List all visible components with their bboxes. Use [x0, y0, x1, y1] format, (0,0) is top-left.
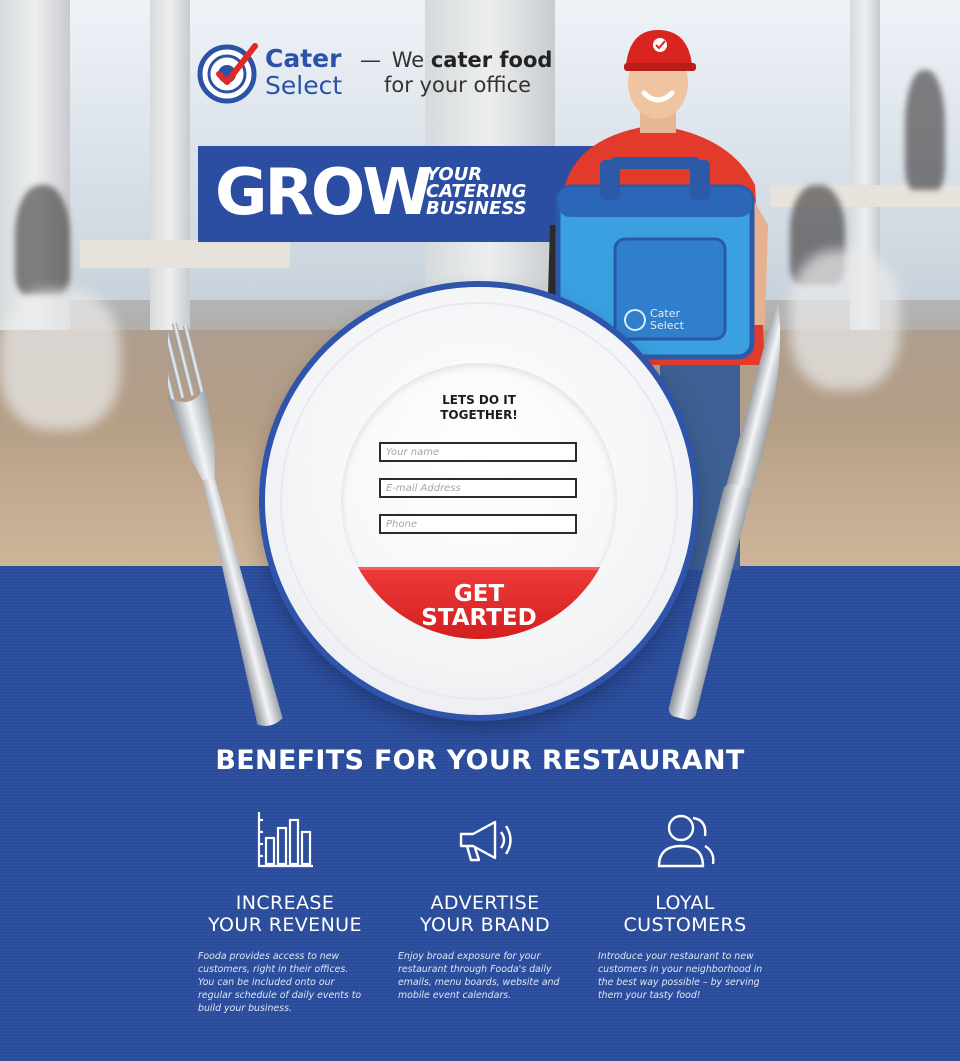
logo-name-line2: Select	[265, 71, 343, 100]
logo-name-line1: Cater	[265, 44, 342, 73]
office-column	[150, 0, 190, 330]
megaphone-icon	[459, 820, 512, 862]
tagline-dash: —	[360, 48, 381, 72]
benefit-description: Fooda provides access to new customers, …	[198, 951, 362, 1014]
benefit-heading: ADVERTISE YOUR BRAND	[390, 892, 580, 936]
form-title: LETS DO IT TOGETHER!	[341, 393, 617, 423]
phone-input[interactable]	[379, 514, 577, 534]
benefit-description: Introduce your restaurant to new custome…	[598, 951, 763, 1001]
banner-sub-line3: BUSINESS	[426, 198, 527, 219]
get-started-label-line2: STARTED	[421, 604, 537, 631]
banner-headline: GROW	[215, 156, 433, 230]
bar-chart-icon	[257, 812, 313, 868]
benefits-title: BENEFITS FOR YOUR RESTAURANT	[215, 745, 745, 776]
benefit-heading-line1: LOYAL	[655, 892, 715, 914]
get-started-button[interactable]: GET STARTED	[341, 567, 617, 639]
tagline-bold: cater food	[430, 48, 553, 72]
benefit-heading-line1: INCREASE	[235, 892, 335, 914]
form-title-line1: LETS DO IT	[442, 393, 516, 407]
benefit-heading: LOYAL CUSTOMERS	[590, 892, 780, 936]
office-person	[15, 185, 70, 295]
benefit-item-loyal: LOYAL CUSTOMERS Introduce your restauran…	[590, 808, 780, 1002]
office-desk	[80, 240, 290, 268]
logo-check-icon	[197, 43, 258, 104]
benefit-heading-line2: YOUR REVENUE	[208, 914, 362, 936]
tagline-line2: for your office	[384, 73, 532, 97]
benefit-heading-line2: YOUR BRAND	[420, 914, 550, 936]
users-icon	[657, 814, 715, 868]
brand-tagline: — We cater food for your office	[360, 48, 560, 98]
email-input[interactable]	[379, 478, 577, 498]
office-chair	[0, 290, 120, 430]
tagline-pre: We	[391, 48, 425, 72]
benefit-heading-line1: ADVERTISE	[430, 892, 540, 914]
benefit-heading: INCREASE YOUR REVENUE	[190, 892, 380, 936]
banner-subheadline: YOUR CATERING BUSINESS	[426, 166, 527, 219]
brand-logo[interactable]: Cater Select — We cater food for your of…	[197, 40, 557, 106]
benefit-item-advertise: ADVERTISE YOUR BRAND Enjoy broad exposur…	[390, 808, 580, 1002]
get-started-label-line1: GET	[453, 580, 505, 607]
form-title-line2: TOGETHER!	[440, 408, 518, 422]
benefit-heading-line2: CUSTOMERS	[623, 914, 747, 936]
benefit-description: Enjoy broad exposure for your restaurant…	[398, 951, 560, 1001]
benefit-item-revenue: INCREASE YOUR REVENUE Fooda provides acc…	[190, 808, 380, 1015]
office-chair	[790, 250, 900, 390]
name-input[interactable]	[379, 442, 577, 462]
signup-form: LETS DO IT TOGETHER! GET STARTED	[341, 363, 617, 639]
office-person	[905, 70, 945, 190]
